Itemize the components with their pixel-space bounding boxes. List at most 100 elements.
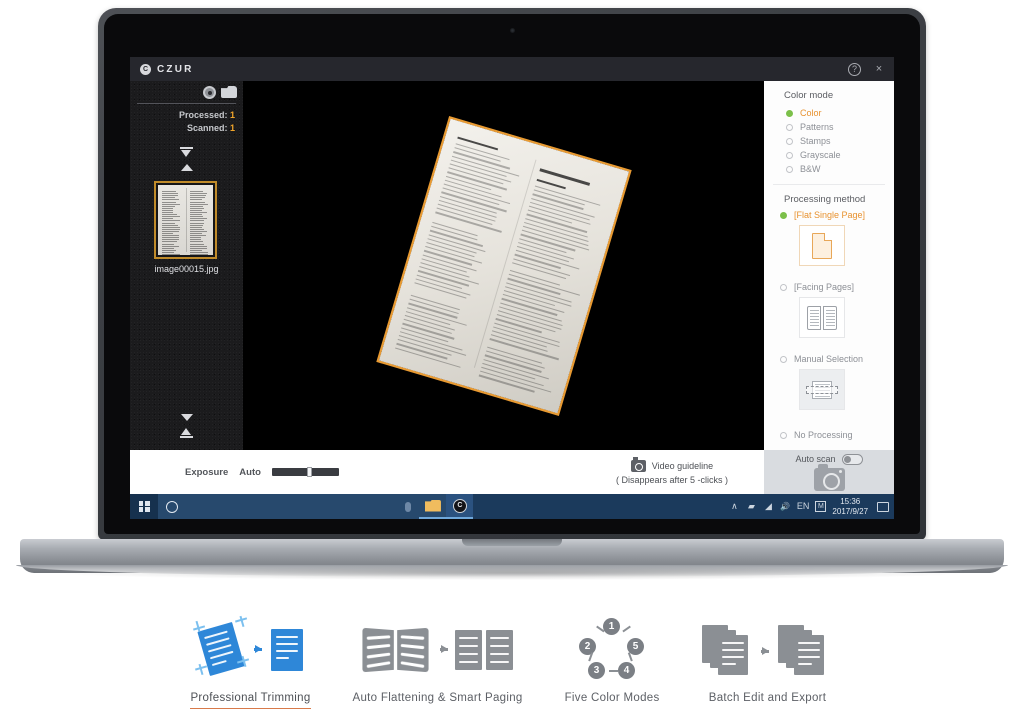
feature-professional-trimming[interactable]: Professional Trimming [190, 618, 310, 709]
taskbar-clock[interactable]: 15:36 2017/9/27 [832, 497, 868, 517]
laptop-shadow [60, 566, 964, 580]
option-label: No Processing [794, 430, 853, 440]
auto-scan-label: Auto scan [795, 454, 835, 464]
batch-export-icon [702, 618, 834, 680]
feature-five-color-modes[interactable]: 1 5 4 3 2 Five Color Modes [565, 618, 660, 708]
ime-indicator[interactable]: M [815, 501, 826, 512]
scanned-label: Scanned: [187, 123, 228, 133]
cortana-circle-icon[interactable] [166, 501, 178, 513]
video-guideline-note: ( Disappears after 5 -clicks ) [616, 475, 728, 485]
panel-divider [773, 184, 885, 185]
processed-count: 1 [230, 110, 235, 120]
mode-number-3: 3 [588, 662, 605, 679]
option-label: Patterns [800, 122, 834, 132]
app-titlebar: C CZUR ? × [130, 57, 894, 81]
czur-icon: C [453, 499, 467, 513]
jump-to-bottom-icon[interactable] [180, 428, 193, 438]
folder-icon[interactable] [220, 84, 238, 100]
radio-icon [786, 138, 793, 145]
scanned-document-preview[interactable] [379, 118, 629, 412]
color-mode-title: Color mode [764, 90, 894, 106]
thumbnail-list: image00015.jpg [130, 171, 243, 414]
trimming-icon [191, 618, 309, 680]
auto-exposure-label[interactable]: Auto [239, 467, 261, 478]
language-indicator[interactable]: EN [797, 501, 810, 512]
rail-toolbar [130, 81, 243, 103]
taskbar-app-file-explorer[interactable] [419, 494, 446, 519]
list-item[interactable]: image00015.jpg [154, 181, 218, 274]
mode-number-1: 1 [603, 618, 620, 635]
manual-crop-icon[interactable] [799, 369, 845, 410]
microphone-icon[interactable] [405, 502, 411, 512]
feature-label: Auto Flattening & Smart Paging [353, 692, 523, 708]
radio-icon [780, 284, 787, 291]
color-mode-option-patterns[interactable]: Patterns [764, 120, 894, 134]
czur-logo-icon: C [140, 64, 151, 75]
feature-auto-flattening[interactable]: Auto Flattening & Smart Paging [353, 618, 523, 708]
mode-number-4: 4 [618, 662, 635, 679]
scroll-up-icon[interactable] [181, 164, 193, 171]
color-modes-icon: 1 5 4 3 2 [575, 618, 649, 680]
laptop-mockup: C CZUR ? × Processed: 1 Scanned: 1 image… [0, 0, 1024, 600]
scanned-stat: Scanned: 1 [130, 122, 243, 135]
processed-label: Processed: [179, 110, 228, 120]
windows-start-icon[interactable] [130, 494, 158, 519]
method-manual-selection[interactable]: Manual Selection [764, 354, 894, 410]
exposure-slider-handle[interactable] [307, 467, 312, 477]
camera-capture-button[interactable] [814, 468, 845, 491]
exposure-control-group: Exposure Auto [130, 450, 580, 494]
feature-strip: Professional Trimming Auto Flattening & … [0, 600, 1024, 727]
open-book-icon[interactable] [799, 297, 845, 338]
app-body: Processed: 1 Scanned: 1 image00015.jpg C… [130, 81, 894, 450]
auto-scan-row[interactable]: Auto scan [795, 454, 862, 465]
scroll-down-icon[interactable] [181, 414, 193, 421]
method-no-processing[interactable]: No Processing [764, 430, 894, 440]
rail-divider [137, 103, 236, 104]
option-label: [Flat Single Page] [794, 210, 865, 220]
show-hidden-icons[interactable]: ∧ [729, 501, 740, 512]
feature-batch-edit-export[interactable]: Batch Edit and Export [702, 618, 834, 708]
feature-label: Five Color Modes [565, 692, 660, 708]
thumbnail-frame [154, 181, 217, 259]
option-label: [Facing Pages] [794, 282, 854, 292]
search-input[interactable] [158, 494, 419, 519]
clock-time: 15:36 [832, 497, 868, 507]
option-label: Manual Selection [794, 354, 863, 364]
color-mode-option-grayscale[interactable]: Grayscale [764, 148, 894, 162]
option-label: Color [800, 108, 822, 118]
method-flat-single-page[interactable]: [Flat Single Page] [764, 210, 894, 266]
video-guideline-label: Video guideline [652, 461, 713, 471]
close-icon[interactable]: × [870, 60, 888, 78]
rail-nav-up-group [130, 147, 243, 171]
auto-scan-toggle[interactable] [842, 454, 863, 465]
processing-method-title: Processing method [764, 194, 894, 210]
folder-icon [425, 500, 441, 512]
clock-date: 2017/9/27 [832, 507, 868, 517]
rail-nav-down-group [130, 414, 243, 438]
system-tray: ∧ ▰ ◢ 🔊 EN M 15:36 2017/9/27 [719, 497, 872, 517]
app-brand-title: CZUR [157, 64, 194, 75]
exposure-slider[interactable] [272, 468, 339, 476]
preview-stage[interactable] [243, 81, 764, 450]
scanned-count: 1 [230, 123, 235, 133]
color-mode-option-stamps[interactable]: Stamps [764, 134, 894, 148]
processed-stat: Processed: 1 [130, 109, 243, 122]
action-center-icon[interactable] [872, 494, 894, 519]
exposure-label: Exposure [185, 467, 228, 478]
radio-icon [786, 110, 793, 117]
webcam-icon [510, 28, 515, 33]
gear-icon[interactable] [200, 84, 218, 100]
jump-to-top-icon[interactable] [180, 147, 193, 157]
method-facing-pages[interactable]: [Facing Pages] [764, 282, 894, 338]
wifi-icon[interactable]: ◢ [763, 501, 774, 512]
single-page-icon[interactable] [799, 225, 845, 266]
color-mode-option-bw[interactable]: B&W [764, 162, 894, 176]
help-icon[interactable]: ? [848, 63, 861, 76]
volume-icon[interactable]: 🔊 [780, 501, 791, 512]
radio-icon [786, 124, 793, 131]
thumbnail-image [158, 185, 213, 255]
color-mode-option-color[interactable]: Color [764, 106, 894, 120]
network-icon[interactable]: ▰ [746, 501, 757, 512]
taskbar-app-czur[interactable]: C [446, 494, 473, 519]
video-guideline-group[interactable]: Video guideline ( Disappears after 5 -cl… [580, 450, 764, 494]
